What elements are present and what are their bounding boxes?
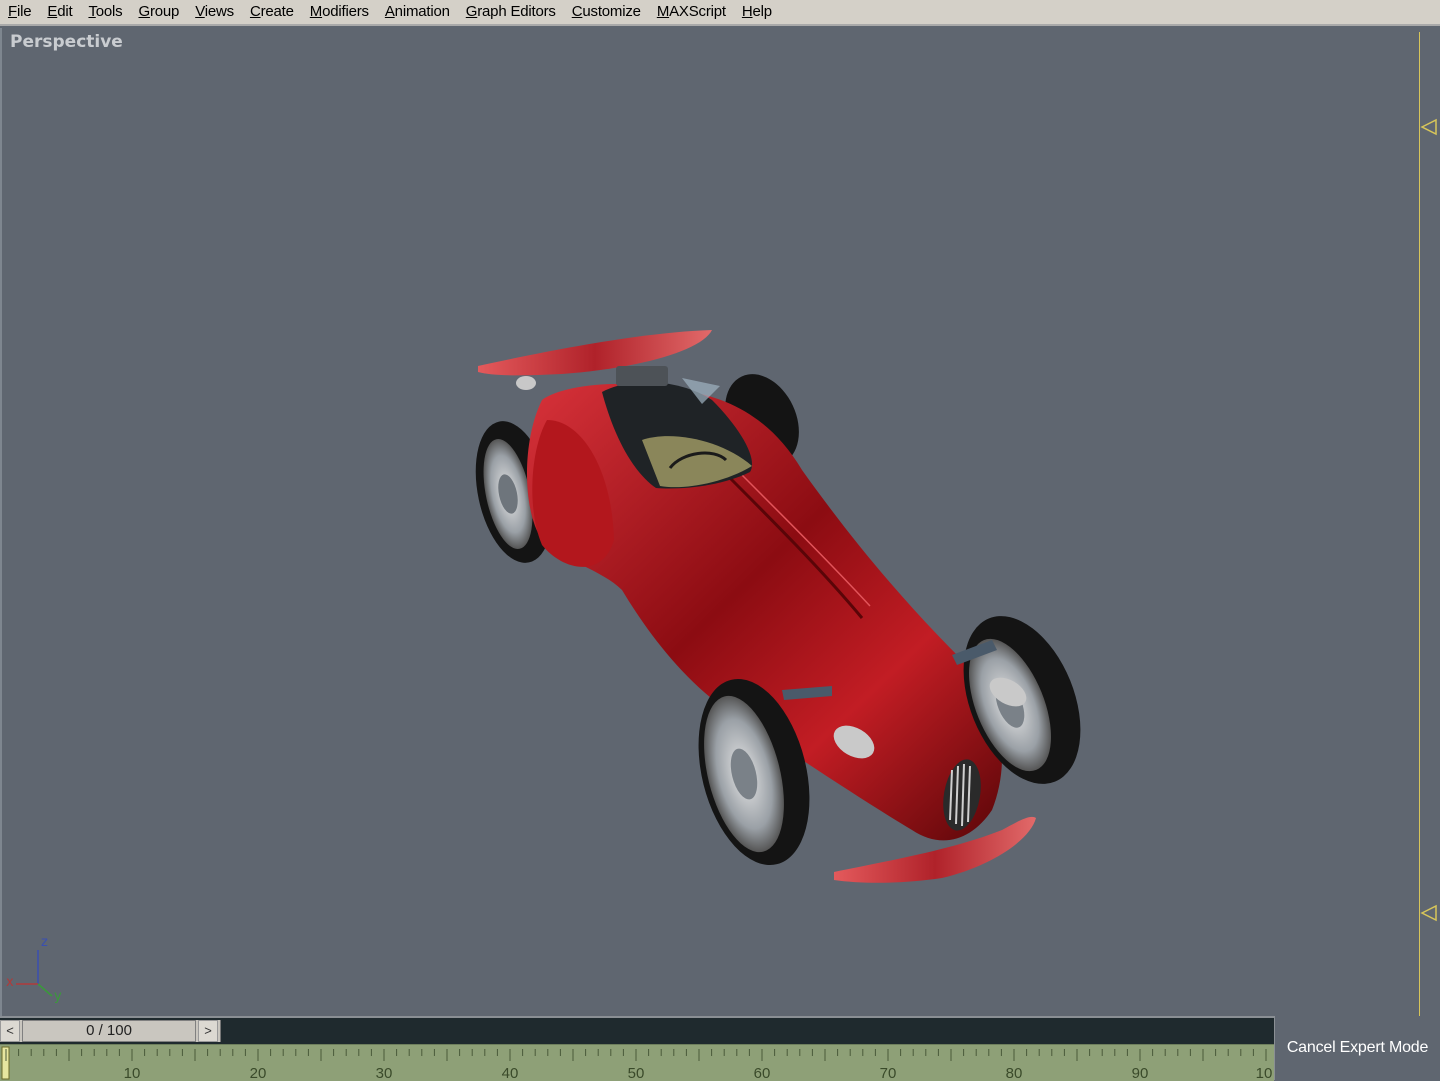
timeline-tick-label: 90 xyxy=(1132,1065,1149,1081)
menu-group[interactable]: Group xyxy=(130,1,187,23)
previous-frame-button[interactable]: < xyxy=(0,1020,20,1042)
timeline-tick-label: 60 xyxy=(754,1065,771,1081)
axis-y-label: y xyxy=(54,989,62,1004)
menu-maxscript[interactable]: MAXScript xyxy=(649,1,734,23)
axis-z-label: z xyxy=(41,935,48,950)
menu-create[interactable]: Create xyxy=(242,1,302,23)
left-arrow-icon: < xyxy=(6,1023,14,1038)
timeline-tick-label: 40 xyxy=(502,1065,519,1081)
timeline-tick-label: 10 xyxy=(124,1065,141,1081)
axis-x-label: x xyxy=(6,975,14,990)
axis-tripod-icon: z x y xyxy=(6,935,62,1004)
menu-modifiers[interactable]: Modifiers xyxy=(302,1,377,23)
next-frame-button[interactable]: > xyxy=(198,1020,218,1042)
menu-help[interactable]: Help xyxy=(734,1,780,23)
frame-marker-icon xyxy=(1420,904,1437,922)
timeline-tick-label: 20 xyxy=(250,1065,267,1081)
rear-wing xyxy=(478,330,712,376)
menu-bar: File Edit Tools Group Views Create Modif… xyxy=(0,0,1440,26)
right-arrow-icon: > xyxy=(204,1023,212,1038)
timeline-tick-label: 30 xyxy=(376,1065,393,1081)
viewport-label[interactable]: Perspective xyxy=(10,32,123,52)
car-model[interactable] xyxy=(2,28,1440,1016)
timeline-tick-label: 80 xyxy=(1006,1065,1023,1081)
timeline-tick-label: 70 xyxy=(880,1065,897,1081)
timeline-tick-label: 10 xyxy=(1256,1065,1273,1081)
time-slider-row: < 0 / 100 > xyxy=(0,1016,1274,1044)
cancel-expert-mode-button[interactable]: Cancel Expert Mode xyxy=(1274,1016,1440,1080)
menu-file[interactable]: File xyxy=(0,1,39,23)
menu-tools[interactable]: Tools xyxy=(80,1,130,23)
timeline-tick-label: 50 xyxy=(628,1065,645,1081)
menu-graph-editors[interactable]: Graph Editors xyxy=(458,1,564,23)
timeline-ruler[interactable]: 10 20 30 40 50 60 70 80 90 10 xyxy=(0,1044,1274,1081)
perspective-viewport[interactable]: Perspective z x y xyxy=(0,28,1440,1018)
menu-edit[interactable]: Edit xyxy=(39,1,80,23)
menu-animation[interactable]: Animation xyxy=(377,1,458,23)
time-slider-thumb[interactable]: 0 / 100 xyxy=(22,1020,196,1042)
safe-frame-line xyxy=(1419,32,1420,1018)
menu-views[interactable]: Views xyxy=(187,1,242,23)
frame-marker-icon xyxy=(1420,118,1437,136)
menu-customize[interactable]: Customize xyxy=(564,1,649,23)
